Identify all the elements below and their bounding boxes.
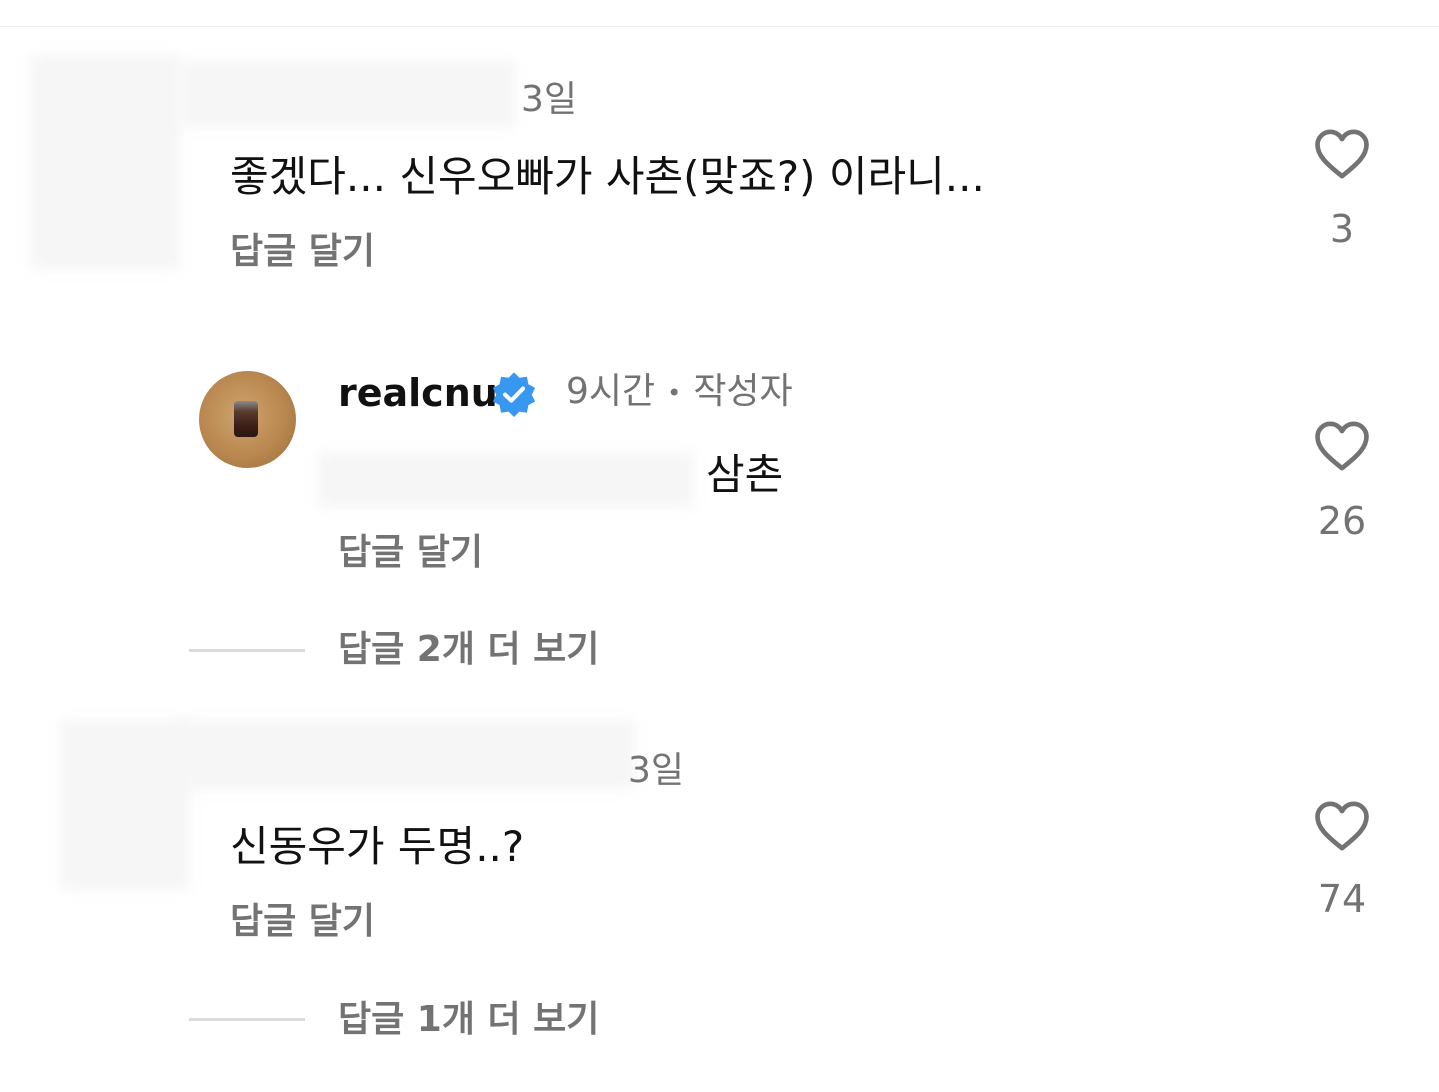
comment-time: 3일 — [628, 750, 685, 791]
like-count: 3 — [1329, 207, 1355, 251]
redacted-mention — [318, 452, 694, 507]
redacted-username — [180, 720, 635, 790]
author-badge: 작성자 — [693, 371, 793, 412]
comment-time: 3일 — [521, 79, 578, 120]
like-count: 74 — [1317, 877, 1367, 921]
thread-line — [189, 1018, 305, 1021]
top-divider — [0, 26, 1439, 27]
comment-time: 9시간 — [566, 371, 656, 412]
avatar[interactable] — [199, 371, 296, 468]
comment-text: 좋겠다... 신우오빠가 사촌(맞죠?) 이라니... — [230, 152, 985, 201]
comment-text: 신동우가 두명..? — [230, 822, 525, 871]
reply-button[interactable]: 답글 달기 — [338, 535, 483, 571]
heart-icon[interactable] — [1314, 420, 1370, 472]
redacted-avatar — [60, 720, 190, 890]
avatar-image — [234, 401, 258, 437]
like-count: 26 — [1317, 499, 1367, 543]
verified-badge-icon — [492, 372, 536, 418]
heart-icon[interactable] — [1314, 800, 1370, 852]
reply-button[interactable]: 답글 달기 — [230, 234, 375, 270]
thread-line — [189, 649, 305, 652]
username[interactable]: realcnu — [338, 374, 498, 412]
heart-icon[interactable] — [1314, 128, 1370, 180]
view-more-replies-button[interactable]: 답글 2개 더 보기 — [338, 632, 599, 668]
redacted-username — [180, 60, 515, 128]
separator-dot: • — [667, 379, 682, 407]
comment-meta: 9시간 • 작성자 — [566, 374, 793, 410]
reply-button[interactable]: 답글 달기 — [230, 904, 375, 940]
comment-text: 삼촌 — [706, 450, 784, 499]
view-more-replies-button[interactable]: 답글 1개 더 보기 — [338, 1002, 599, 1038]
redacted-avatar — [30, 55, 180, 270]
